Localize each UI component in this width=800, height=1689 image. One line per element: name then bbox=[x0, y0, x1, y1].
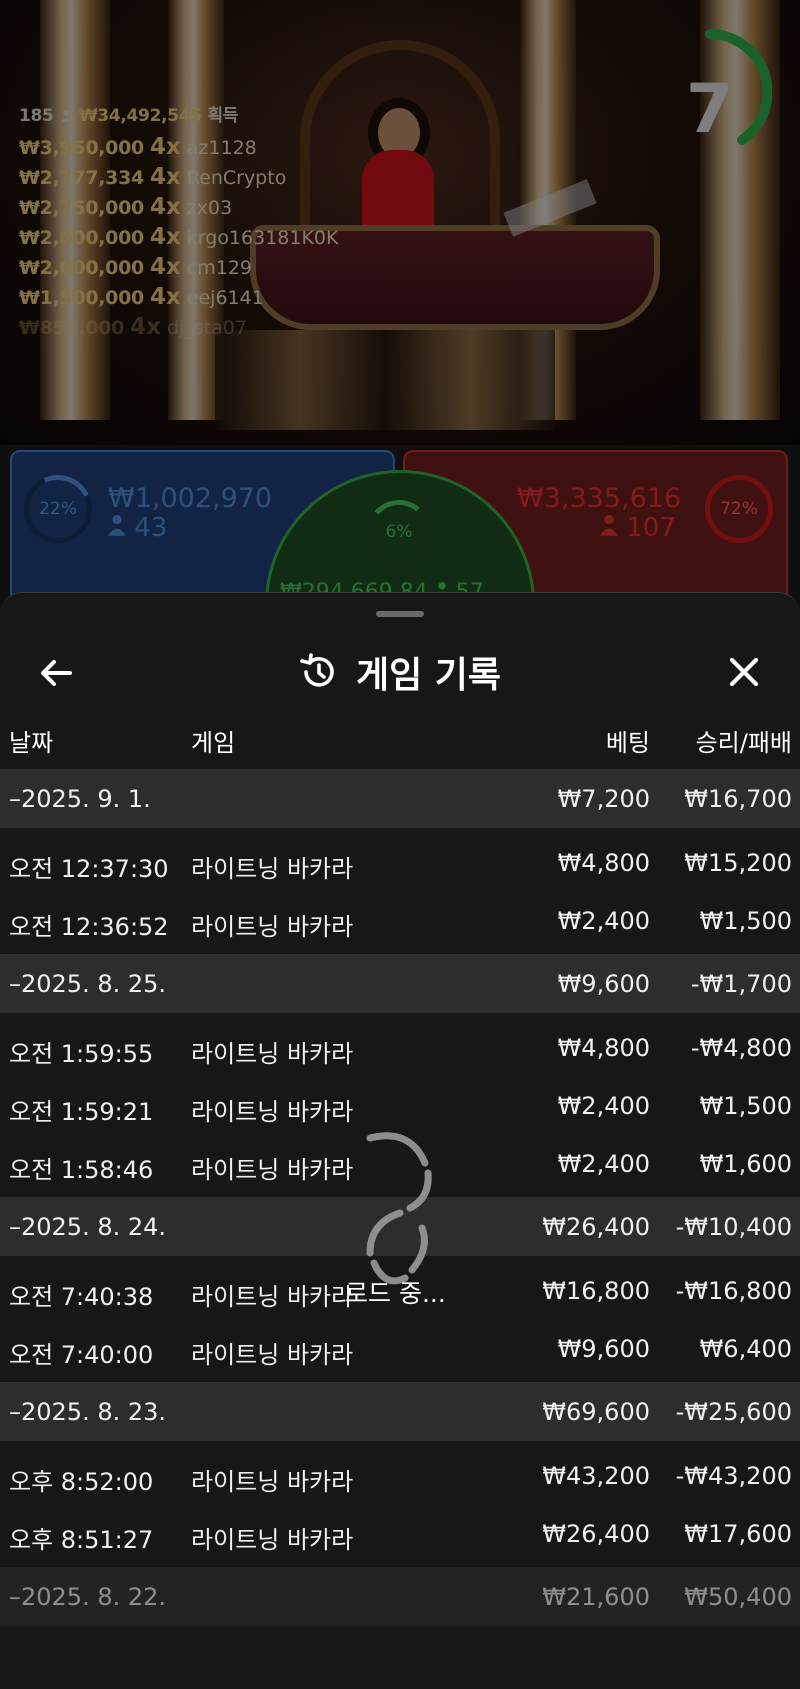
group-date: –2025. 8. 24. bbox=[9, 1213, 167, 1241]
back-button[interactable] bbox=[36, 653, 76, 693]
column-bet: 베팅 bbox=[605, 729, 650, 757]
row-time: 오전 1:58:46 bbox=[9, 1156, 154, 1184]
row-bet: ₩26,400 bbox=[542, 1520, 650, 1548]
sheet-header: 게임 기록 bbox=[0, 623, 800, 719]
row-win-loss: -₩16,800 bbox=[675, 1277, 792, 1305]
row-time: 오전 1:59:55 bbox=[9, 1040, 154, 1068]
date-group-row[interactable]: –2025. 8. 22. ₩21,600 ₩50,400 bbox=[0, 1567, 800, 1626]
group-bet-total: ₩7,200 bbox=[557, 785, 650, 813]
group-bet-total: ₩21,600 bbox=[542, 1583, 650, 1611]
row-bet: ₩2,400 bbox=[557, 1150, 650, 1178]
row-game: 라이트닝 바카라 bbox=[191, 1283, 354, 1311]
group-date: –2025. 9. 1. bbox=[9, 785, 151, 813]
row-win-loss: ₩1,500 bbox=[699, 1092, 792, 1120]
row-win-loss: ₩15,200 bbox=[684, 849, 792, 877]
row-game: 라이트닝 바카라 bbox=[191, 913, 354, 941]
loading-text: 로드 중... bbox=[345, 1279, 446, 1308]
group-win-loss: -₩1,700 bbox=[690, 970, 792, 998]
sheet-title-wrap: 게임 기록 bbox=[298, 647, 501, 697]
row-win-loss: ₩1,600 bbox=[699, 1150, 792, 1178]
history-row[interactable]: 오후 8:52:00 라이트닝 바카라 ₩43,200 -₩43,200 bbox=[0, 1446, 800, 1504]
group-date: –2025. 8. 25. bbox=[9, 970, 167, 998]
row-game: 라이트닝 바카라 bbox=[191, 1040, 354, 1068]
group-bet-total: ₩9,600 bbox=[557, 970, 650, 998]
group-bet-total: ₩26,400 bbox=[542, 1213, 650, 1241]
group-date: –2025. 8. 23. bbox=[9, 1398, 167, 1426]
close-button[interactable] bbox=[723, 651, 765, 693]
row-game: 라이트닝 바카라 bbox=[191, 1098, 354, 1126]
row-bet: ₩2,400 bbox=[557, 907, 650, 935]
modal-backdrop[interactable] bbox=[0, 0, 800, 605]
sheet-title: 게임 기록 bbox=[356, 655, 502, 696]
history-icon bbox=[300, 653, 334, 687]
row-bet: ₩2,400 bbox=[557, 1092, 650, 1120]
group-win-loss: ₩16,700 bbox=[684, 785, 792, 813]
history-row[interactable]: 오전 12:36:52 라이트닝 바카라 ₩2,400 ₩1,500 bbox=[0, 891, 800, 949]
history-row[interactable]: 오전 1:59:55 라이트닝 바카라 ₩4,800 -₩4,800 bbox=[0, 1018, 800, 1076]
row-win-loss: ₩6,400 bbox=[699, 1335, 792, 1363]
group-bet-total: ₩69,600 bbox=[542, 1398, 650, 1426]
column-win-loss: 승리/패배 bbox=[695, 729, 792, 757]
row-game: 라이트닝 바카라 bbox=[191, 1526, 354, 1554]
row-time: 오후 8:51:27 bbox=[9, 1526, 154, 1554]
close-icon bbox=[729, 657, 759, 687]
row-game: 라이트닝 바카라 bbox=[191, 1156, 354, 1184]
row-bet: ₩4,800 bbox=[557, 1034, 650, 1062]
row-bet: ₩4,800 bbox=[557, 849, 650, 877]
group-win-loss: -₩10,400 bbox=[675, 1213, 792, 1241]
row-win-loss: ₩17,600 bbox=[684, 1520, 792, 1548]
group-date: –2025. 8. 22. bbox=[9, 1583, 167, 1611]
row-time: 오전 12:36:52 bbox=[9, 913, 169, 941]
row-bet: ₩16,800 bbox=[542, 1277, 650, 1305]
row-win-loss: ₩1,500 bbox=[699, 907, 792, 935]
row-time: 오전 12:37:30 bbox=[9, 855, 169, 883]
date-group-row[interactable]: –2025. 8. 25. ₩9,600 -₩1,700 bbox=[0, 954, 800, 1013]
history-row[interactable]: 오후 8:51:27 라이트닝 바카라 ₩26,400 ₩17,600 bbox=[0, 1504, 800, 1562]
column-game: 게임 bbox=[191, 729, 236, 757]
row-time: 오전 7:40:00 bbox=[9, 1341, 154, 1369]
sheet-drag-handle[interactable] bbox=[376, 611, 424, 617]
row-game: 라이트닝 바카라 bbox=[191, 1341, 354, 1369]
row-win-loss: -₩43,200 bbox=[675, 1462, 792, 1490]
row-time: 오전 7:40:38 bbox=[9, 1283, 154, 1311]
row-game: 라이트닝 바카라 bbox=[191, 1468, 354, 1496]
history-row[interactable]: 오전 12:37:30 라이트닝 바카라 ₩4,800 ₩15,200 bbox=[0, 833, 800, 891]
table-header: 날짜 게임 베팅 승리/패배 bbox=[0, 723, 800, 763]
date-group-row[interactable]: –2025. 8. 23. ₩69,600 -₩25,600 bbox=[0, 1382, 800, 1441]
row-win-loss: -₩4,800 bbox=[690, 1034, 792, 1062]
history-row[interactable]: 오전 1:59:21 라이트닝 바카라 ₩2,400 ₩1,500 bbox=[0, 1076, 800, 1134]
row-bet: ₩9,600 bbox=[557, 1335, 650, 1363]
row-game: 라이트닝 바카라 bbox=[191, 855, 354, 883]
date-group-row[interactable]: –2025. 9. 1. ₩7,200 ₩16,700 bbox=[0, 769, 800, 828]
row-time: 오전 1:59:21 bbox=[9, 1098, 154, 1126]
group-win-loss: -₩25,600 bbox=[675, 1398, 792, 1426]
row-time: 오후 8:52:00 bbox=[9, 1468, 154, 1496]
arrow-left-icon bbox=[41, 660, 72, 686]
column-date: 날짜 bbox=[9, 729, 54, 757]
row-bet: ₩43,200 bbox=[542, 1462, 650, 1490]
group-win-loss: ₩50,400 bbox=[684, 1583, 792, 1611]
history-row[interactable]: 오전 7:40:00 라이트닝 바카라 ₩9,600 ₩6,400 bbox=[0, 1319, 800, 1377]
